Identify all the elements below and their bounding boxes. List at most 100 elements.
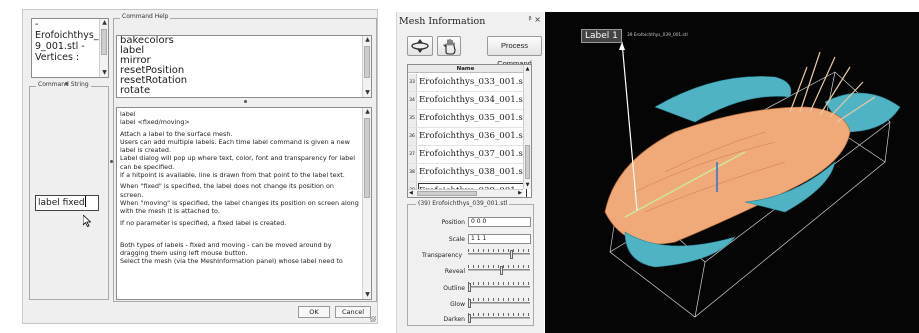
outline-label: Outline <box>443 285 465 292</box>
darken-label: Darken <box>443 316 465 323</box>
position-field[interactable]: 0 0 0 <box>468 217 531 227</box>
command-item[interactable]: resetRotation <box>117 76 371 86</box>
help-scrollbar[interactable]: ▲ ▼ <box>362 108 371 299</box>
outline-slider[interactable] <box>468 282 530 293</box>
list-item[interactable]: 9_001.stl - <box>32 41 108 52</box>
help-line: If a hitpoint is available, line is draw… <box>120 171 345 180</box>
scroll-thumb[interactable] <box>364 118 370 198</box>
table-row[interactable]: 35 Erofoichthys_035_001.stl <box>408 110 529 128</box>
scale-field[interactable]: 1 1 1 <box>468 234 531 244</box>
darken-slider[interactable] <box>468 313 530 324</box>
mesh-name: Erofoichthys_034_001.stl <box>419 95 530 105</box>
command-item[interactable]: label <box>117 46 371 56</box>
command-list-scrollbar[interactable]: ▲ ▼ <box>362 36 371 97</box>
command-string-input[interactable]: label fixed <box>35 195 99 211</box>
hand-icon <box>443 38 456 55</box>
help-line: label <box>120 110 136 118</box>
label-pointer-icon <box>619 42 625 50</box>
cancel-button[interactable]: Cancel <box>335 306 371 318</box>
scroll-right-icon[interactable]: ▶ <box>518 190 522 197</box>
glow-slider[interactable] <box>468 298 530 309</box>
command-item[interactable]: rotate <box>117 86 371 96</box>
row-number: 37 <box>408 146 417 163</box>
splitter-handle[interactable] <box>110 160 113 163</box>
table-row[interactable]: 38 Erofoichthys_038_001.stl <box>408 164 529 182</box>
command-input-value: label fixed <box>38 198 85 208</box>
scroll-up-icon[interactable]: ▲ <box>364 36 371 44</box>
mesh-name: Erofoichthys_036_001.stl <box>419 131 530 141</box>
row-number: 38 <box>408 164 417 181</box>
scroll-down-icon[interactable]: ▼ <box>364 291 371 299</box>
slider-thumb[interactable] <box>500 266 503 275</box>
row-number: 35 <box>408 110 417 127</box>
row-number: 33 <box>408 74 417 91</box>
scroll-down-icon[interactable]: ▼ <box>524 181 531 189</box>
scroll-thumb[interactable] <box>364 46 370 78</box>
command-string-group: Command String <box>29 81 109 300</box>
list-item[interactable]: - <box>32 19 108 30</box>
help-line: When "moving" is specified, the label ch… <box>120 198 359 216</box>
scroll-up-icon[interactable]: ▲ <box>101 19 108 27</box>
table-vertical-scrollbar[interactable]: ▲ ▼ <box>523 65 531 189</box>
row-number: 36 <box>408 128 417 145</box>
table-row[interactable]: 36 Erofoichthys_036_001.stl <box>408 128 529 146</box>
help-line: Select the mesh (via the MeshInformation… <box>120 257 343 266</box>
slider-thumb[interactable] <box>510 250 513 259</box>
pan-hand-button[interactable] <box>437 36 461 56</box>
process-command-button[interactable]: Process Command <box>487 36 542 68</box>
table-horizontal-scrollbar[interactable]: ◀ ▶ <box>408 189 523 197</box>
reveal-slider[interactable] <box>468 265 530 276</box>
mesh-name: Erofoichthys_037_001.stl <box>419 149 530 159</box>
position-label: Position <box>441 219 465 226</box>
rotate-icon <box>411 39 429 53</box>
mesh-name: Erofoichthys_038_001.stl <box>419 167 530 177</box>
scroll-thumb[interactable] <box>101 29 107 55</box>
table-header-name[interactable]: Name <box>408 65 523 73</box>
scroll-up-icon[interactable]: ▲ <box>524 65 531 73</box>
command-string-title: Command String <box>36 81 91 88</box>
slider-thumb[interactable] <box>468 299 471 308</box>
table-row[interactable]: 34 Erofoichthys_034_001.stl <box>408 92 529 110</box>
panel-title: Mesh Information <box>399 16 486 27</box>
slider-thumb[interactable] <box>468 283 471 292</box>
text-caret <box>84 196 86 207</box>
command-help-text: label label <fixed/moving> Attach a labe… <box>116 107 372 300</box>
help-line: Attach a label to the surface mesh. <box>120 129 233 138</box>
transparency-slider[interactable] <box>468 249 530 260</box>
command-item[interactable]: bakecolors <box>117 36 371 46</box>
panel-float-close-controls[interactable]: ᵝ × <box>529 15 541 24</box>
table-row[interactable]: 37 Erofoichthys_037_001.stl <box>408 146 529 164</box>
slider-thumb[interactable] <box>468 314 471 323</box>
resize-grip-icon[interactable] <box>370 316 376 322</box>
selected-mesh-title: (39) Erofoichthys_039_001.stl <box>416 200 510 207</box>
ok-button[interactable]: OK <box>298 306 330 318</box>
help-line: Users can add multiple labels. Each time… <box>120 137 350 155</box>
table-row[interactable]: 33 Erofoichthys_033_001.stl <box>408 74 529 92</box>
list-item[interactable]: Vertices : <box>32 52 108 63</box>
mesh-label[interactable]: Label 1 <box>581 29 622 43</box>
help-line: Label dialog will pop up where text, col… <box>120 154 355 171</box>
splitter-handle[interactable] <box>65 82 68 85</box>
help-line: When "fixed" is specified, the label doe… <box>120 182 334 199</box>
scroll-down-icon[interactable]: ▼ <box>364 89 371 97</box>
splitter-handle[interactable] <box>244 100 247 103</box>
mesh-information-panel: Mesh Information ᵝ × Process Command Nam… <box>396 12 544 333</box>
command-list[interactable]: bakecolors label mirror resetPosition re… <box>116 35 372 98</box>
scroll-up-icon[interactable]: ▲ <box>364 108 371 116</box>
scroll-down-icon[interactable]: ▼ <box>101 69 108 77</box>
mesh-properties-group: (39) Erofoichthys_039_001.stl Position 0… <box>407 200 534 326</box>
scroll-left-icon[interactable]: ◀ <box>409 190 413 197</box>
transparency-label: Transparency <box>421 252 462 259</box>
help-line: Both types of labels - fixed and moving … <box>120 240 332 258</box>
scroll-thumb[interactable] <box>525 145 530 179</box>
list-item[interactable]: Erofoichthys_03 <box>32 30 108 41</box>
mouse-cursor-icon <box>83 215 91 227</box>
scroll-thumb[interactable] <box>417 191 477 196</box>
mesh-table: Name 33 Erofoichthys_033_001.stl 34 Erof… <box>407 64 532 198</box>
rotate-view-button[interactable] <box>407 36 433 56</box>
mesh-list-scrollbar[interactable]: ▲ ▼ <box>99 19 108 77</box>
row-number: 34 <box>408 92 417 109</box>
mesh-label-subtext: 39 Erofoichthys_039_001.stl <box>627 33 688 38</box>
mesh-info-list[interactable]: - Erofoichthys_03 9_001.stl - Vertices :… <box>31 18 109 78</box>
3d-viewport[interactable]: Label 1 39 Erofoichthys_039_001.stl <box>545 12 919 333</box>
